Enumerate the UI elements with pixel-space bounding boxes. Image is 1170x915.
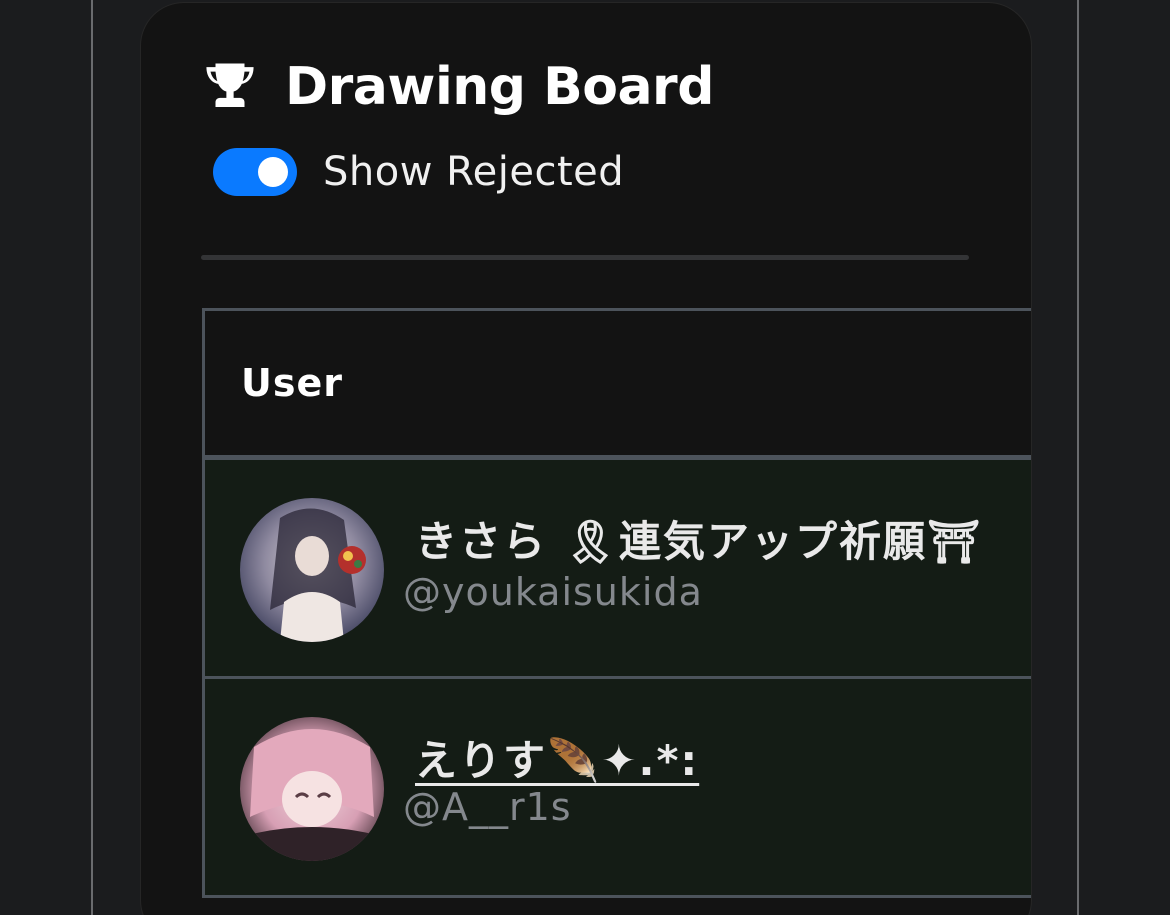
left-border-line bbox=[91, 0, 93, 915]
table-row[interactable]: えりす🪶✦.*: @A__r1s bbox=[205, 679, 1031, 898]
user-handle: @A__r1s bbox=[403, 785, 572, 829]
section-divider bbox=[201, 255, 969, 260]
toggle-knob bbox=[258, 157, 288, 187]
user-display-name: きさら 🎗連気アップ祈願⛩ bbox=[415, 517, 983, 566]
card-header: Drawing Board bbox=[201, 51, 714, 123]
drawing-board-card: Drawing Board Show Rejected User きさら 🎗連気… bbox=[140, 2, 1032, 915]
show-rejected-toggle[interactable] bbox=[213, 148, 297, 196]
right-border-line bbox=[1077, 0, 1079, 915]
avatar[interactable] bbox=[240, 717, 384, 861]
page: Drawing Board Show Rejected User きさら 🎗連気… bbox=[0, 0, 1170, 915]
show-rejected-label: Show Rejected bbox=[323, 149, 625, 195]
avatar-image bbox=[240, 498, 384, 642]
user-handle: @youkaisukida bbox=[403, 570, 703, 614]
show-rejected-filter: Show Rejected bbox=[213, 143, 624, 201]
column-header-user: User bbox=[241, 361, 343, 405]
avatar[interactable] bbox=[240, 498, 384, 642]
page-title: Drawing Board bbox=[285, 57, 714, 117]
trophy-icon bbox=[206, 63, 254, 107]
table-row[interactable]: きさら 🎗連気アップ祈願⛩ @youkaisukida bbox=[205, 460, 1031, 679]
user-display-name-link[interactable]: えりす🪶✦.*: bbox=[415, 727, 699, 788]
submissions-table: User きさら 🎗連気アップ祈願⛩ @youkaisukida えりす🪶✦.*… bbox=[202, 308, 1031, 898]
table-header: User bbox=[205, 311, 1031, 460]
avatar-image bbox=[240, 717, 384, 861]
